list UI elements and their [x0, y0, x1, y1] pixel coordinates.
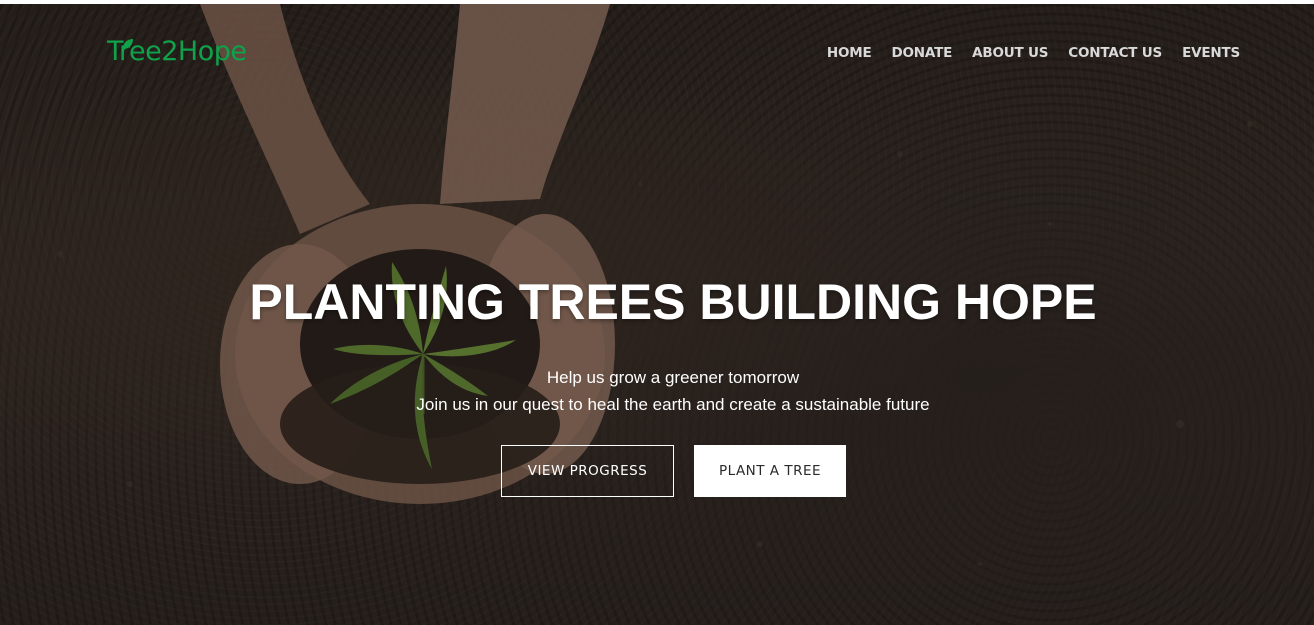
- nav-events[interactable]: EVENTS: [1182, 42, 1240, 64]
- site-logo[interactable]: Tree2Hope: [107, 32, 247, 72]
- hero-subline-1: Help us grow a greener tomorrow: [546, 368, 800, 387]
- nav-home[interactable]: HOME: [827, 42, 872, 64]
- nav-donate[interactable]: DONATE: [891, 42, 952, 64]
- main-nav: HOME DONATE ABOUT US CONTACT US EVENTS: [827, 42, 1240, 64]
- view-progress-button[interactable]: VIEW PROGRESS: [501, 445, 674, 497]
- leaf-icon: [123, 39, 133, 49]
- plant-a-tree-button[interactable]: PLANT A TREE: [694, 445, 846, 497]
- page: Tree2Hope HOME DONATE ABOUT US CONTACT U…: [0, 0, 1314, 625]
- nav-about-us[interactable]: ABOUT US: [972, 42, 1048, 64]
- hero-section: Tree2Hope HOME DONATE ABOUT US CONTACT U…: [0, 4, 1314, 625]
- hero-headline: PLANTING TREES BUILDING HOPE: [249, 274, 1097, 330]
- hero-subline-2: Join us in our quest to heal the earth a…: [416, 395, 930, 414]
- nav-contact-us[interactable]: CONTACT US: [1068, 42, 1162, 64]
